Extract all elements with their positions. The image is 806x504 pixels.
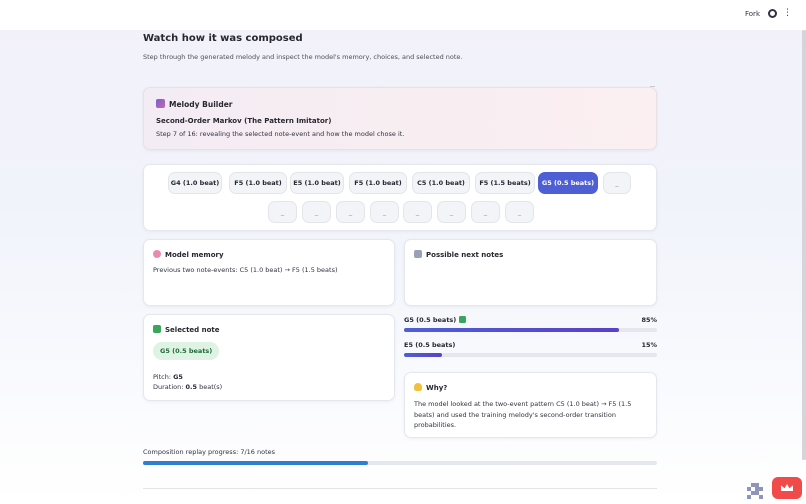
progress-label: Composition replay progress: 7/16 notes [143, 448, 276, 456]
selected-note-badge: G5 (0.5 beats) [153, 342, 220, 360]
possible-next-card: Possible next notes [404, 239, 657, 306]
melody-placeholder-chip[interactable]: _ [268, 201, 297, 223]
divider [143, 488, 657, 489]
melody-note-chip[interactable]: F5 (1.0 beat) [349, 172, 407, 194]
selected-note-title: Selected note [165, 326, 220, 334]
top-toolbar: Fork ⋮ [0, 0, 806, 30]
probability-fill [404, 328, 620, 332]
checkbox-icon [153, 325, 161, 333]
progress-track [143, 461, 657, 465]
melody-placeholder-chip[interactable]: _ [370, 201, 399, 223]
why-heading: Why? [414, 383, 447, 392]
pitch-line: Pitch: G5 [153, 373, 183, 381]
melody-note-chip[interactable]: G4 (1.0 beat) [168, 172, 222, 194]
check-icon [459, 316, 467, 323]
pitch-value: G5 [173, 373, 183, 381]
duration-value: 0.5 [185, 383, 198, 391]
model-name: Second-Order Markov (The Pattern Imitato… [156, 117, 332, 125]
melody-placeholder-chip[interactable]: _ [403, 201, 432, 223]
brain-icon [153, 250, 161, 258]
melody-note-chip[interactable]: F5 (1.0 beat) [229, 172, 287, 194]
builder-heading: Melody Builder [156, 99, 233, 109]
why-card: Why? The model looked at the two-event p… [404, 372, 657, 438]
probability-label-text: E5 (0.5 beats) [404, 341, 456, 349]
probability-percent: 15% [641, 341, 657, 349]
probability-fill [404, 353, 442, 357]
builder-title: Melody Builder [169, 100, 233, 109]
melody-notes-card: G4 (1.0 beat) F5 (1.0 beat) E5 (1.0 beat) F… [143, 164, 657, 231]
duration-unit: beat(s) [197, 383, 223, 391]
probability-label-text: G5 (0.5 beats) [404, 316, 457, 324]
probability-track [404, 328, 657, 332]
model-memory-text: Previous two note-events: C5 (1.0 beat) … [153, 266, 338, 274]
melody-note-chip[interactable]: C5 (1.0 beat) [412, 172, 470, 194]
melody-note-chip[interactable]: F5 (1.5 beats) [475, 172, 535, 194]
github-icon[interactable] [768, 9, 777, 18]
avatar[interactable] [747, 483, 763, 499]
duration-line: Duration: 0.5 beat(s) [153, 383, 222, 391]
lightbulb-icon [414, 383, 422, 391]
selected-note-card: Selected note G5 (0.5 beats) Pitch: G5 D… [143, 314, 395, 401]
page-subtitle: Step through the generated melody and in… [143, 53, 463, 61]
music-icon [156, 99, 165, 108]
fork-button[interactable]: Fork [745, 10, 760, 18]
why-title: Why? [426, 384, 448, 392]
melody-placeholder-chip[interactable]: _ [302, 201, 331, 223]
model-memory-card: Model memory Previous two note-events: C… [143, 239, 395, 306]
probability-label: E5 (0.5 beats) [404, 341, 455, 349]
selected-note-heading: Selected note [153, 325, 220, 334]
melody-placeholder-chip[interactable]: _ [603, 172, 631, 194]
why-text: The model looked at the two-event patter… [414, 400, 632, 429]
step-description: Step 7 of 16: revealing the selected not… [156, 130, 405, 138]
page-title: Watch how it was composed [143, 33, 303, 44]
probability-percent: 85% [641, 316, 657, 324]
scrollbar-thumb[interactable] [802, 30, 806, 460]
melody-note-chip[interactable]: E5 (1.0 beat) [290, 172, 344, 194]
possible-next-heading: Possible next notes [414, 250, 503, 259]
model-memory-title: Model memory [165, 251, 224, 259]
melody-builder-card: Melody Builder Second-Order Markov (The … [143, 87, 657, 150]
melody-placeholder-chip[interactable]: _ [336, 201, 365, 223]
melody-placeholder-chip[interactable]: _ [437, 201, 466, 223]
progress-fill [143, 461, 368, 465]
probability-label: G5 (0.5 beats) [404, 316, 467, 324]
possible-next-title: Possible next notes [426, 251, 504, 259]
model-memory-heading: Model memory [153, 250, 224, 259]
scrollbar[interactable] [802, 30, 806, 460]
more-menu-icon[interactable]: ⋮ [783, 9, 792, 18]
dice-icon [414, 250, 422, 258]
duration-label: Duration: [153, 383, 186, 391]
probability-track [404, 353, 657, 357]
pitch-label: Pitch: [153, 373, 174, 381]
melody-placeholder-chip[interactable]: _ [505, 201, 534, 223]
melody-note-chip[interactable]: G5 (0.5 beats) [538, 172, 598, 194]
melody-placeholder-chip[interactable]: _ [471, 201, 500, 223]
deploy-button[interactable] [772, 477, 802, 499]
